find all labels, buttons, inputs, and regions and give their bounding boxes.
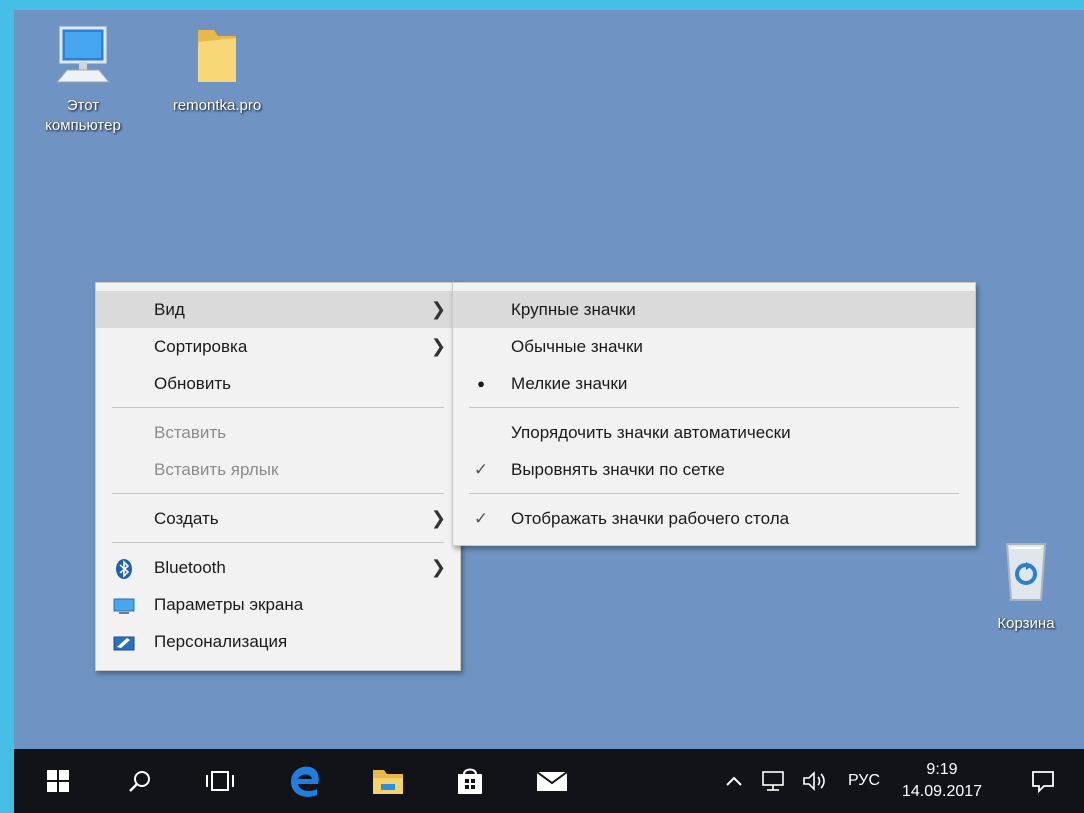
context-menu: Вид ❯ Сортировка ❯ Обновить Вставить Вст…	[95, 282, 461, 671]
store-icon	[458, 768, 482, 794]
menu-item-label: Обычные значки	[511, 337, 643, 356]
menu-item-label: Создать	[154, 509, 219, 528]
chevron-right-icon: ❯	[430, 299, 446, 319]
submenu-item-small-icons[interactable]: ● Мелкие значки	[453, 365, 975, 402]
desktop-icon-label: remontka.pro	[172, 97, 262, 114]
search-button[interactable]	[114, 749, 166, 813]
menu-separator	[112, 407, 444, 408]
windows-start-icon	[47, 770, 69, 792]
mail-taskbar-button[interactable]	[526, 749, 578, 813]
menu-item-new[interactable]: Создать ❯	[96, 500, 460, 537]
menu-item-label: Сортировка	[154, 337, 248, 356]
desktop-icon-this-pc[interactable]: Этот компьютер	[28, 22, 138, 136]
submenu-item-align-to-grid[interactable]: ✓ Выровнять значки по сетке	[453, 451, 975, 488]
clock[interactable]: 9:19 14.09.2017	[896, 749, 988, 813]
menu-item-label: Персонализация	[154, 632, 288, 651]
notifications-icon	[1032, 771, 1054, 793]
chevron-right-icon: ❯	[430, 336, 446, 356]
menu-item-paste-shortcut[interactable]: Вставить ярлык	[96, 451, 460, 488]
desktop[interactable]: Этот компьютер remontka.pro Корзина Вид …	[14, 10, 1084, 749]
folder-icon	[198, 30, 236, 82]
menu-item-sort[interactable]: Сортировка ❯	[96, 328, 460, 365]
menu-separator	[469, 493, 959, 494]
chevron-right-icon: ❯	[430, 508, 446, 528]
taskbar: РУС 9:19 14.09.2017	[14, 749, 1084, 813]
edge-icon	[291, 766, 319, 797]
show-hidden-icons-button[interactable]	[719, 749, 749, 813]
display-icon	[112, 586, 136, 623]
checkmark-icon: ✓	[473, 509, 489, 528]
menu-item-label: Вид	[154, 300, 185, 319]
menu-item-label: Упорядочить значки автоматически	[511, 423, 791, 442]
volume-tray-button[interactable]	[798, 749, 832, 813]
menu-item-label: Выровнять значки по сетке	[511, 460, 725, 479]
submenu-item-auto-arrange[interactable]: Упорядочить значки автоматически	[453, 414, 975, 451]
menu-item-label: Отображать значки рабочего стола	[511, 509, 790, 528]
menu-item-label: Bluetooth	[154, 558, 226, 577]
menu-item-personalization[interactable]: Персонализация	[96, 623, 460, 660]
menu-item-label: Вставить ярлык	[154, 460, 279, 479]
chevron-up-icon	[726, 776, 742, 786]
menu-item-label: Параметры экрана	[154, 595, 304, 614]
chevron-right-icon: ❯	[430, 557, 446, 577]
menu-item-display-settings[interactable]: Параметры экрана	[96, 586, 460, 623]
desktop-icon-folder[interactable]: remontka.pro	[152, 22, 282, 116]
menu-separator	[112, 542, 444, 543]
menu-item-label: Обновить	[154, 374, 231, 393]
menu-item-bluetooth[interactable]: Bluetooth ❯	[96, 549, 460, 586]
desktop-icon-label: Этот	[66, 97, 100, 114]
recycle-bin-icon	[1005, 543, 1047, 601]
menu-item-view[interactable]: Вид ❯	[96, 291, 460, 328]
radio-bullet-icon: ●	[477, 376, 485, 391]
action-center-button[interactable]	[1018, 749, 1068, 813]
file-explorer-taskbar-button[interactable]	[362, 749, 414, 813]
personalization-icon	[112, 623, 136, 660]
desktop-icon-recycle-bin[interactable]: Корзина	[976, 538, 1076, 634]
network-icon	[762, 771, 784, 791]
desktop-icon-label: компьютер	[45, 117, 121, 134]
submenu-item-show-desktop-icons[interactable]: ✓ Отображать значки рабочего стола	[453, 500, 975, 537]
clock-date: 14.09.2017	[901, 783, 983, 800]
edge-taskbar-button[interactable]	[279, 749, 331, 813]
menu-item-paste[interactable]: Вставить	[96, 414, 460, 451]
menu-separator	[469, 407, 959, 408]
start-button[interactable]	[32, 749, 84, 813]
bluetooth-icon	[112, 549, 136, 586]
computer-icon	[55, 26, 111, 83]
menu-separator	[112, 493, 444, 494]
menu-item-label: Вставить	[154, 423, 227, 442]
store-taskbar-button[interactable]	[444, 749, 496, 813]
clock-time: 9:19	[926, 761, 958, 778]
file-explorer-icon	[373, 770, 403, 794]
network-tray-button[interactable]	[756, 749, 790, 813]
task-view-button[interactable]	[194, 749, 246, 813]
checkmark-icon: ✓	[473, 460, 489, 479]
view-submenu: Крупные значки Обычные значки ● Мелкие з…	[452, 282, 976, 546]
task-view-icon	[206, 771, 234, 791]
desktop-icon-label: Корзина	[997, 615, 1055, 632]
mail-icon	[536, 771, 568, 791]
submenu-item-large-icons[interactable]: Крупные значки	[453, 291, 975, 328]
menu-item-label: Крупные значки	[511, 300, 636, 319]
submenu-item-medium-icons[interactable]: Обычные значки	[453, 328, 975, 365]
volume-icon	[803, 771, 825, 791]
input-language-indicator[interactable]: РУС	[840, 749, 888, 813]
search-icon	[129, 771, 150, 792]
menu-item-refresh[interactable]: Обновить	[96, 365, 460, 402]
menu-item-label: Мелкие значки	[511, 374, 628, 393]
